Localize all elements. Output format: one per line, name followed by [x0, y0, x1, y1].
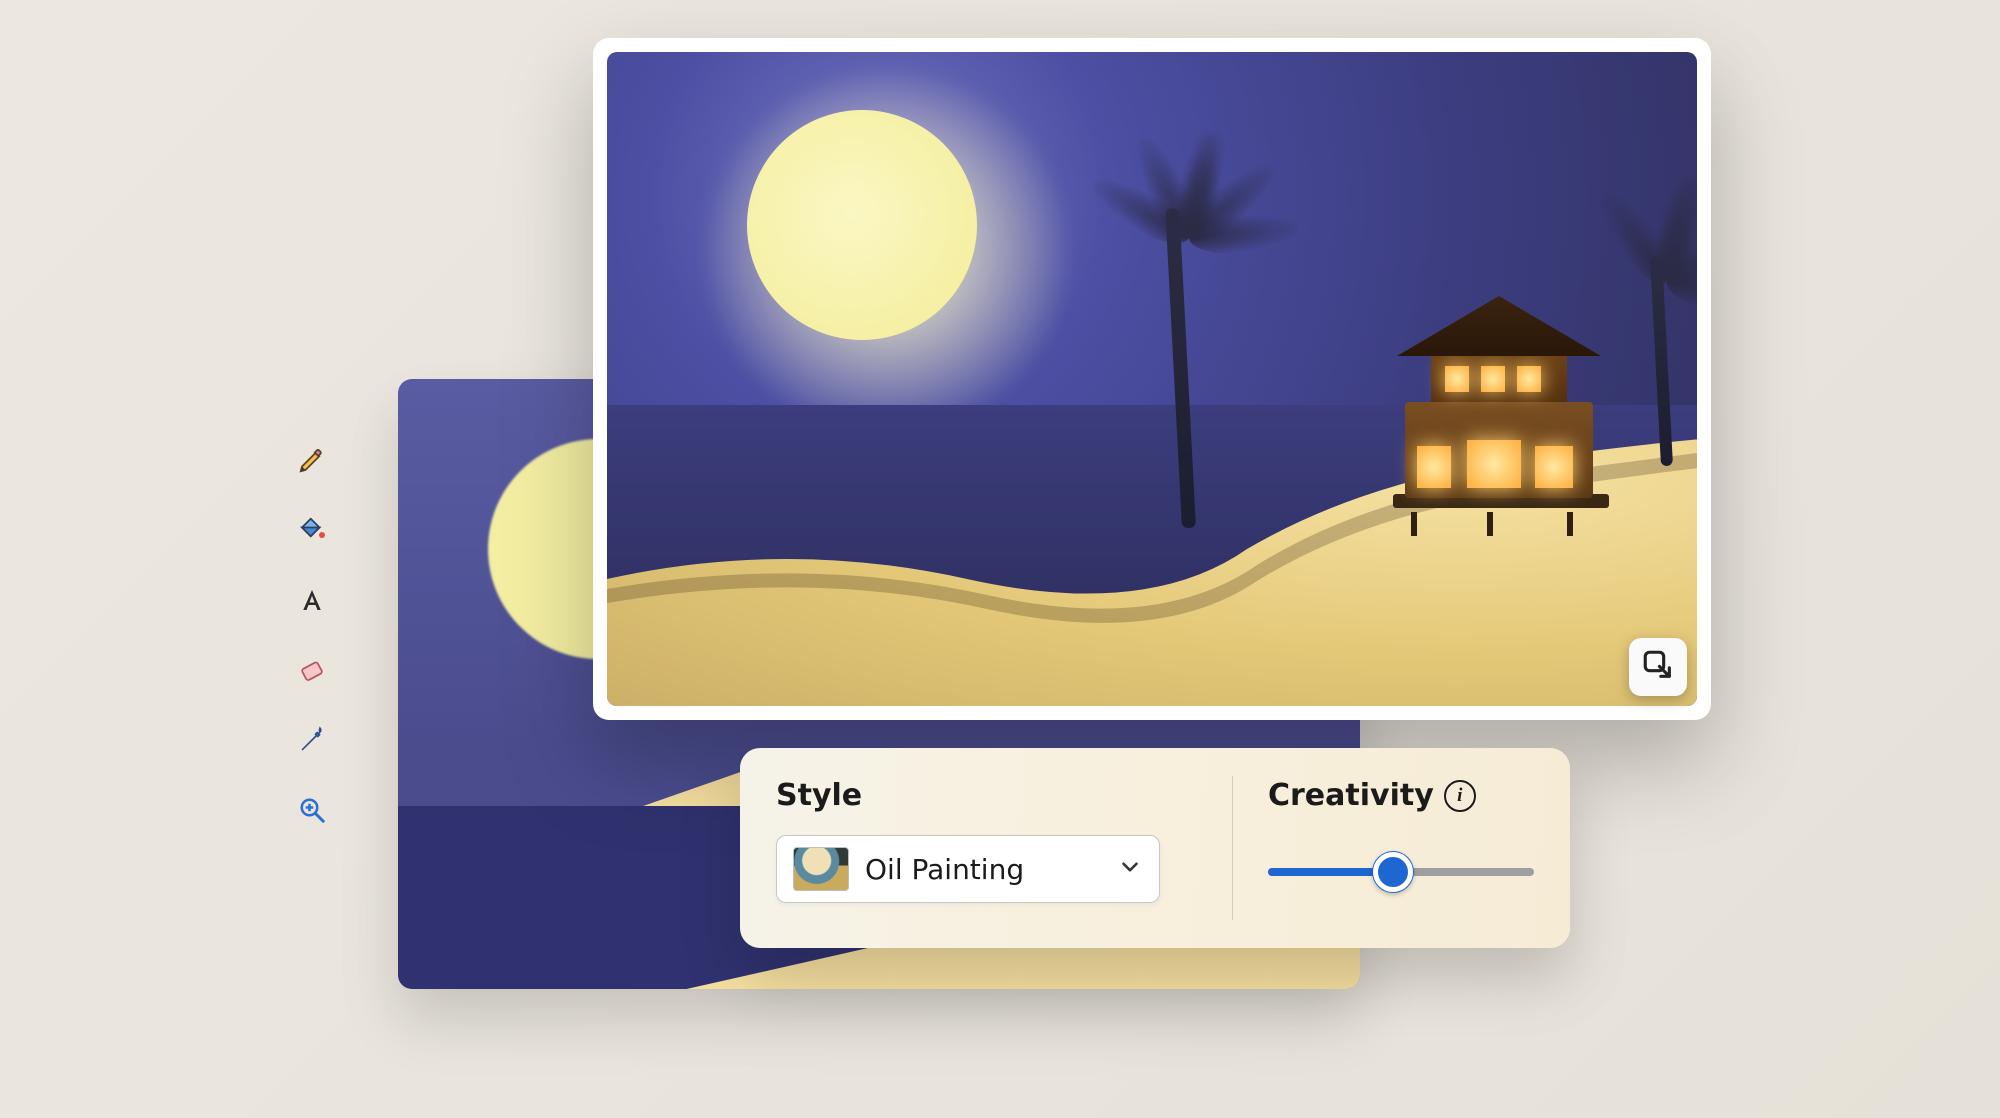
eraser-tool[interactable]	[292, 650, 332, 690]
chevron-down-icon	[1117, 854, 1143, 884]
eyedropper-tool[interactable]	[292, 720, 332, 760]
style-dropdown[interactable]: Oil Painting	[776, 835, 1160, 903]
paint-bucket-icon	[297, 515, 327, 545]
cocreator-controls: Style Oil Painting Creativity i	[740, 748, 1570, 948]
eraser-icon	[297, 655, 327, 685]
toolbar	[292, 440, 332, 830]
expand-icon	[1641, 648, 1675, 686]
style-thumbnail	[793, 847, 849, 891]
slider-thumb[interactable]	[1373, 852, 1413, 892]
expand-button[interactable]	[1629, 638, 1687, 696]
creativity-slider[interactable]	[1268, 857, 1534, 887]
magnifier-icon	[297, 795, 327, 825]
creativity-label: Creativity i	[1268, 778, 1534, 813]
pencil-icon	[297, 445, 327, 475]
info-icon[interactable]: i	[1444, 780, 1476, 812]
zoom-tool[interactable]	[292, 790, 332, 830]
result-image	[607, 52, 1697, 706]
beach-house	[1377, 342, 1617, 522]
style-label: Style	[776, 778, 1196, 813]
pencil-tool[interactable]	[292, 440, 332, 480]
style-selected-value: Oil Painting	[865, 853, 1101, 886]
eyedropper-icon	[297, 725, 327, 755]
result-canvas	[593, 38, 1711, 720]
text-icon	[297, 585, 327, 615]
divider	[1232, 776, 1233, 920]
text-tool[interactable]	[292, 580, 332, 620]
fill-tool[interactable]	[292, 510, 332, 550]
